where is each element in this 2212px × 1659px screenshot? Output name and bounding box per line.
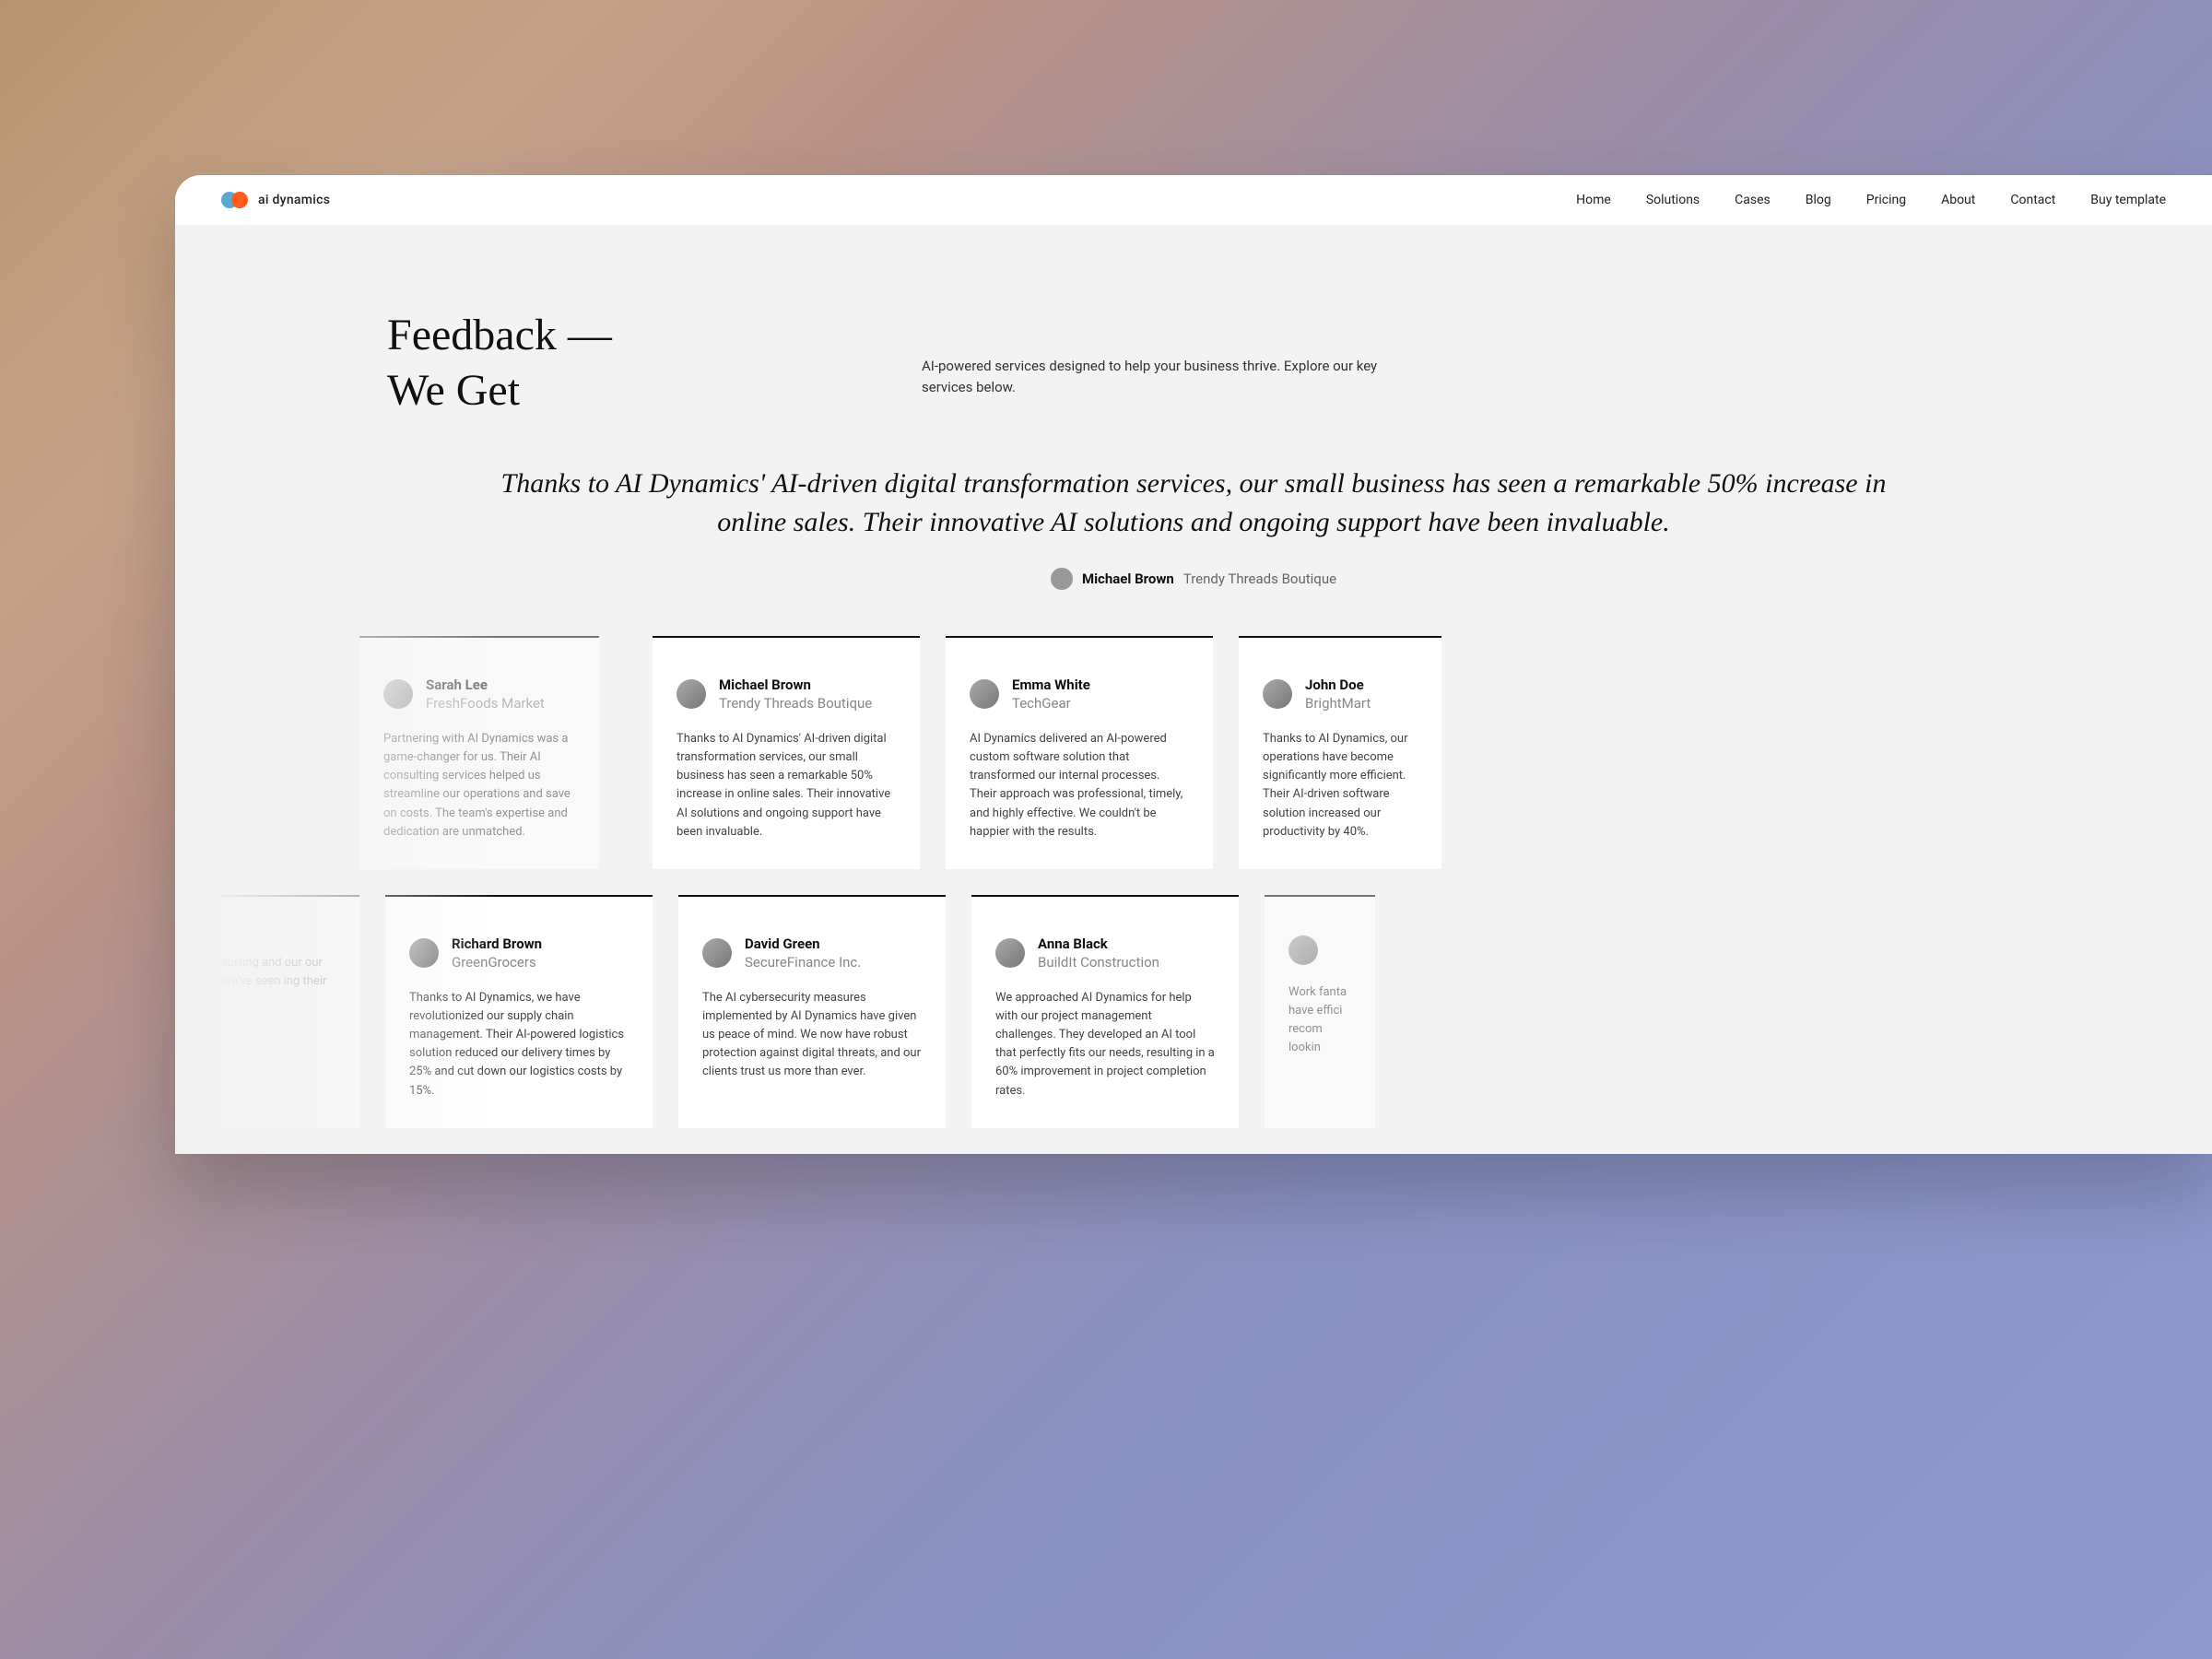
testimonial-carousel-row-1: Sarah Lee FreshFoods Market Partnering w… (175, 636, 2212, 869)
page-content: Feedback — We Get AI-powered services de… (175, 225, 2212, 1128)
avatar (1288, 935, 1318, 965)
testimonial-company: Trendy Threads Boutique (719, 695, 872, 712)
testimonial-company: GreenGrocers (452, 954, 542, 971)
navbar: ai dynamics Home Solutions Cases Blog Pr… (175, 175, 2212, 225)
nav-solutions[interactable]: Solutions (1646, 193, 1700, 207)
testimonial-name: Emma White (1012, 677, 1090, 693)
title-line-2: We Get (387, 366, 520, 415)
featured-quote-text: Thanks to AI Dynamics' AI-driven digital… (479, 465, 1908, 542)
testimonial-body: Thanks to AI Dynamics' AI-driven digital… (677, 730, 896, 841)
testimonial-body: We approached AI Dynamics for help with … (995, 989, 1215, 1100)
testimonial-name: Sarah Lee (426, 677, 545, 693)
featured-author-company: Trendy Threads Boutique (1183, 571, 1336, 587)
title-line-1: Feedback — (387, 311, 612, 359)
testimonial-company: BrightMart (1305, 695, 1371, 712)
testimonial-company: BuildIt Construction (1038, 954, 1159, 971)
testimonial-body: Thanks to AI Dynamics, we have revolutio… (409, 989, 629, 1100)
featured-author-name: Michael Brown (1082, 571, 1174, 587)
nav-blog[interactable]: Blog (1806, 193, 1831, 207)
testimonial-card[interactable]: John Doe BrightMart Thanks to AI Dynamic… (1239, 636, 1441, 869)
testimonial-company: TechGear (1012, 695, 1090, 712)
featured-testimonial: Thanks to AI Dynamics' AI-driven digital… (175, 465, 2212, 590)
testimonial-company: SecureFinance Inc. (745, 954, 861, 971)
nav-links: Home Solutions Cases Blog Pricing About … (1576, 193, 2166, 207)
testimonial-company: FreshFoods Market (426, 695, 545, 712)
testimonial-card[interactable]: sorting and our our We've seen ing their (221, 895, 359, 1128)
featured-author: Michael Brown Trendy Threads Boutique (479, 568, 1908, 590)
testimonial-body: sorting and our our We've seen ing their (221, 954, 335, 991)
brand-name: ai dynamics (258, 193, 330, 207)
testimonial-name: Michael Brown (719, 677, 872, 693)
testimonial-name: John Doe (1305, 677, 1371, 693)
page-title: Feedback — We Get (387, 308, 922, 418)
testimonial-name: David Green (745, 935, 861, 952)
nav-home[interactable]: Home (1576, 193, 1611, 207)
avatar (970, 679, 999, 709)
testimonial-card[interactable]: David Green SecureFinance Inc. The AI cy… (678, 895, 946, 1128)
brand-logo[interactable]: ai dynamics (221, 192, 330, 208)
avatar (409, 938, 439, 968)
testimonial-body: Thanks to AI Dynamics, our operations ha… (1263, 730, 1418, 841)
nav-cases[interactable]: Cases (1735, 193, 1771, 207)
nav-pricing[interactable]: Pricing (1866, 193, 1906, 207)
testimonial-card[interactable]: Richard Brown GreenGrocers Thanks to AI … (385, 895, 653, 1128)
header-section: Feedback — We Get AI-powered services de… (175, 308, 2212, 418)
avatar (383, 679, 413, 709)
avatar (702, 938, 732, 968)
avatar (1051, 568, 1073, 590)
avatar (995, 938, 1025, 968)
testimonial-card[interactable]: Anna Black BuildIt Construction We appro… (971, 895, 1239, 1128)
nav-buy-template[interactable]: Buy template (2090, 193, 2166, 207)
testimonial-card[interactable]: Sarah Lee FreshFoods Market Partnering w… (359, 636, 599, 869)
testimonial-body: AI Dynamics delivered an AI-powered cust… (970, 730, 1189, 841)
nav-about[interactable]: About (1941, 193, 1975, 207)
testimonial-name: Richard Brown (452, 935, 542, 952)
testimonial-card[interactable]: Michael Brown Trendy Threads Boutique Th… (653, 636, 920, 869)
nav-contact[interactable]: Contact (2010, 193, 2055, 207)
logo-icon (221, 192, 249, 208)
testimonial-body: Partnering with AI Dynamics was a game-c… (383, 730, 575, 841)
page-subheading: AI-powered services designed to help you… (922, 356, 1419, 399)
avatar (677, 679, 706, 709)
testimonial-card[interactable]: Emma White TechGear AI Dynamics delivere… (946, 636, 1213, 869)
testimonial-body: Work fanta have effici recom lookin (1288, 983, 1351, 1058)
testimonial-body: The AI cybersecurity measures implemente… (702, 989, 922, 1082)
testimonial-card[interactable]: Work fanta have effici recom lookin (1265, 895, 1375, 1128)
testimonial-name: Anna Black (1038, 935, 1159, 952)
testimonial-carousel-row-2: sorting and our our We've seen ing their… (175, 895, 2212, 1128)
browser-window: ai dynamics Home Solutions Cases Blog Pr… (175, 175, 2212, 1154)
avatar (1263, 679, 1292, 709)
